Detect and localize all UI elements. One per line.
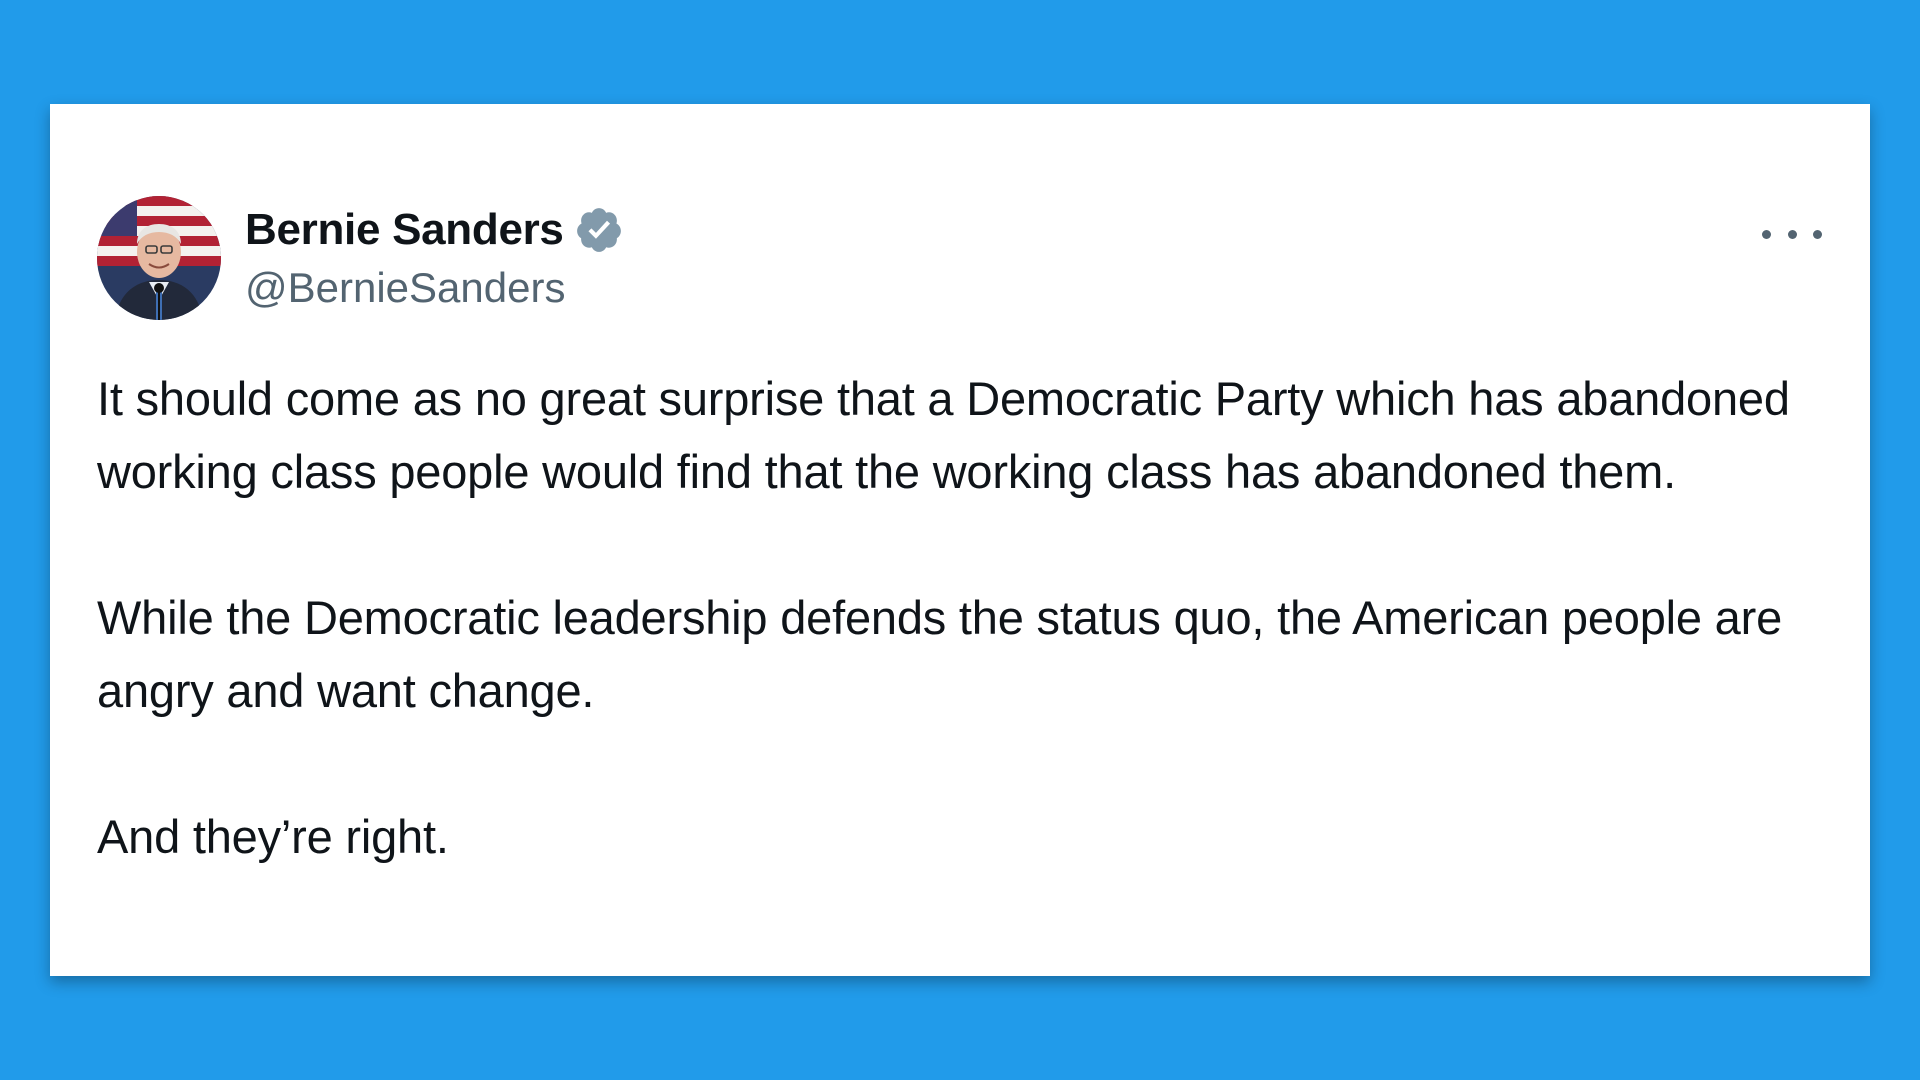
tweet-paragraph: While the Democratic leadership defends … (97, 591, 1795, 717)
more-dot (1813, 229, 1822, 239)
author-handle[interactable]: @BernieSanders (245, 264, 565, 312)
tweet-card: Bernie Sanders @BernieSanders It should … (50, 104, 1870, 976)
verified-badge-icon (574, 205, 624, 255)
avatar-image (97, 196, 221, 320)
author-name-row: Bernie Sanders (245, 202, 624, 258)
tweet-paragraph: And they’re right. (97, 810, 449, 863)
more-dot (1762, 229, 1771, 239)
more-options-icon[interactable] (1762, 214, 1822, 254)
tweet-text: It should come as no great surprise that… (97, 362, 1837, 873)
author-display-name[interactable]: Bernie Sanders (245, 205, 564, 255)
tweet-paragraph: It should come as no great surprise that… (97, 372, 1803, 498)
more-dot (1787, 229, 1797, 239)
profile-avatar[interactable] (97, 196, 221, 320)
